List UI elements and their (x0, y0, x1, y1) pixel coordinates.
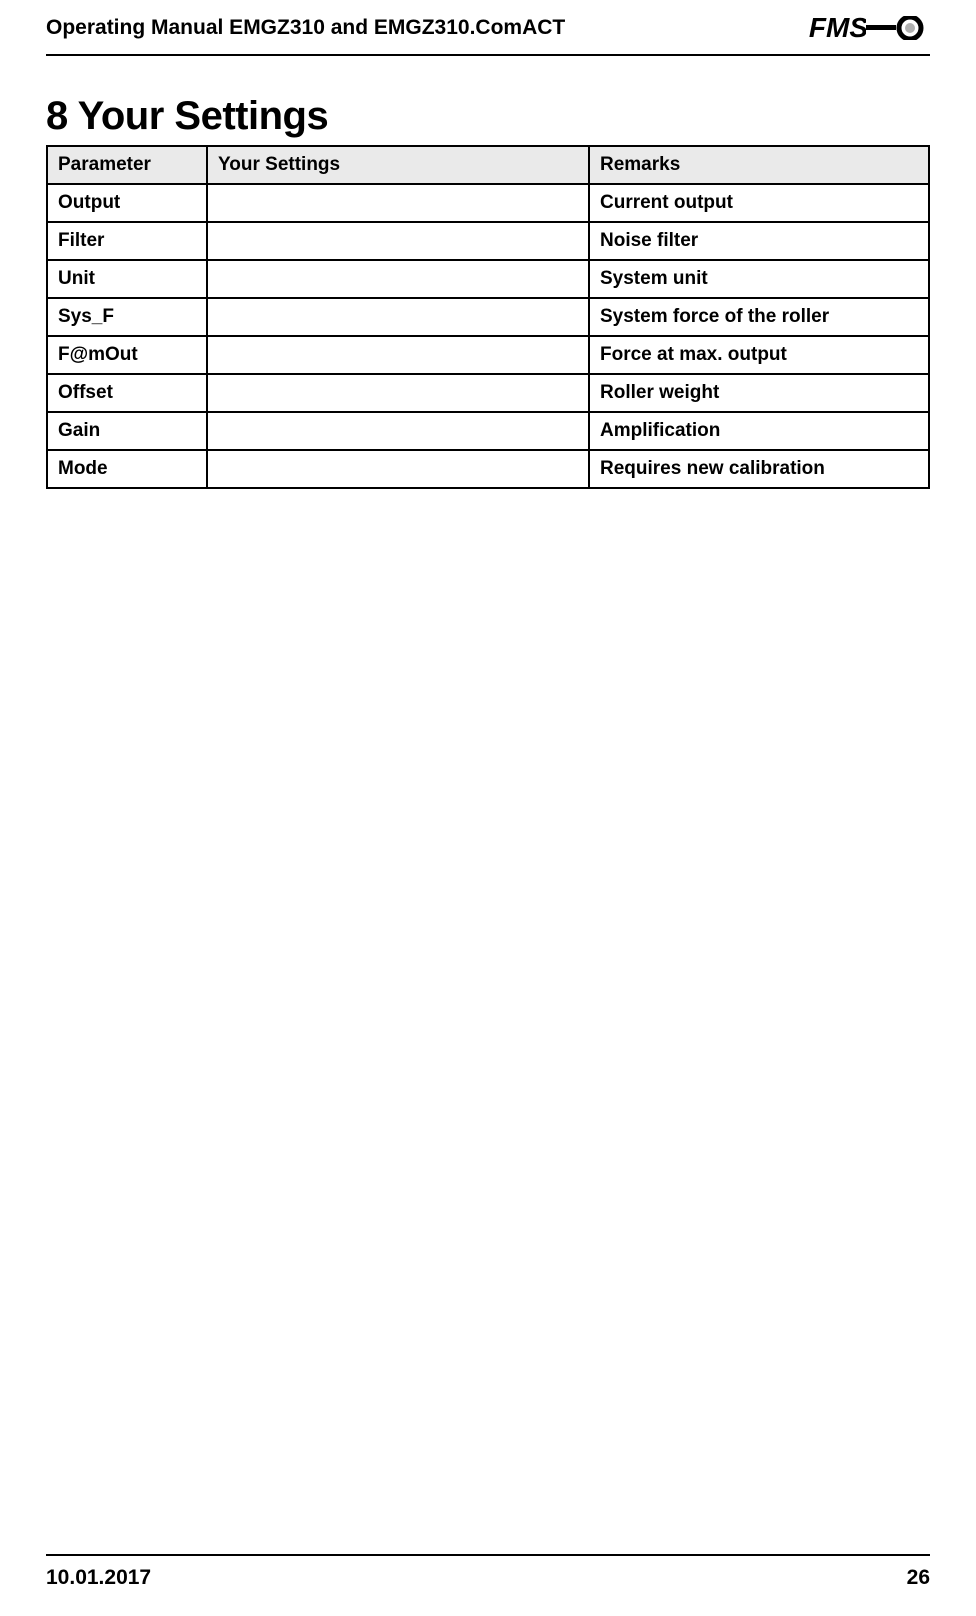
table-row: F@mOut Force at max. output (47, 336, 929, 374)
cell-remarks: System unit (589, 260, 929, 298)
table-row: Offset Roller weight (47, 374, 929, 412)
cell-parameter: Offset (47, 374, 207, 412)
cell-your-settings (207, 374, 589, 412)
table-row: Sys_F System force of the roller (47, 298, 929, 336)
header-rule (46, 54, 930, 56)
cell-your-settings (207, 184, 589, 222)
th-parameter: Parameter (47, 146, 207, 184)
cell-parameter: Unit (47, 260, 207, 298)
document-header: Operating Manual EMGZ310 and EMGZ310.Com… (46, 12, 930, 54)
th-remarks: Remarks (589, 146, 929, 184)
cell-remarks: System force of the roller (589, 298, 929, 336)
document-footer: 10.01.2017 26 (46, 1554, 930, 1590)
footer-rule (46, 1554, 930, 1556)
cell-parameter: Output (47, 184, 207, 222)
cell-parameter: F@mOut (47, 336, 207, 374)
section-title: 8 Your Settings (46, 94, 930, 139)
logo-swoosh-icon (866, 16, 930, 40)
th-your-settings: Your Settings (207, 146, 589, 184)
footer-page-number: 26 (907, 1566, 930, 1590)
table-row: Gain Amplification (47, 412, 929, 450)
cell-your-settings (207, 298, 589, 336)
table-row: Filter Noise filter (47, 222, 929, 260)
cell-remarks: Requires new calibration (589, 450, 929, 488)
cell-remarks: Current output (589, 184, 929, 222)
cell-remarks: Amplification (589, 412, 929, 450)
cell-parameter: Mode (47, 450, 207, 488)
cell-your-settings (207, 260, 589, 298)
cell-remarks: Force at max. output (589, 336, 929, 374)
cell-your-settings (207, 336, 589, 374)
cell-remarks: Roller weight (589, 374, 929, 412)
footer-date: 10.01.2017 (46, 1566, 151, 1590)
table-row: Unit System unit (47, 260, 929, 298)
cell-your-settings (207, 222, 589, 260)
cell-your-settings (207, 412, 589, 450)
logo-text: FMS (809, 12, 868, 44)
header-title: Operating Manual EMGZ310 and EMGZ310.Com… (46, 16, 565, 40)
cell-your-settings (207, 450, 589, 488)
table-row: Output Current output (47, 184, 929, 222)
cell-parameter: Sys_F (47, 298, 207, 336)
cell-parameter: Filter (47, 222, 207, 260)
table-header-row: Parameter Your Settings Remarks (47, 146, 929, 184)
cell-remarks: Noise filter (589, 222, 929, 260)
cell-parameter: Gain (47, 412, 207, 450)
table-row: Mode Requires new calibration (47, 450, 929, 488)
logo: FMS (809, 12, 930, 44)
settings-table: Parameter Your Settings Remarks Output C… (46, 145, 930, 489)
